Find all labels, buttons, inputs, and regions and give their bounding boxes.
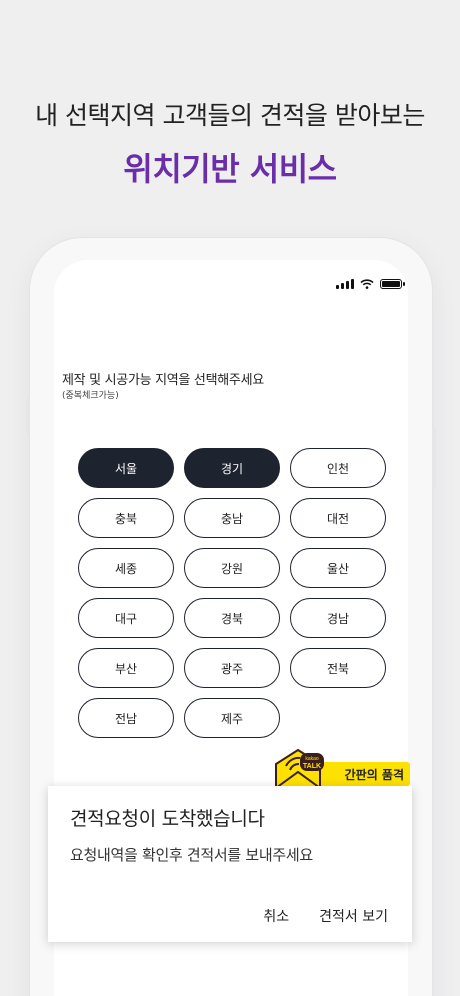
instruction-subtitle: (중복체크가능) [62,391,119,401]
region-chip[interactable]: 충남 [184,498,280,538]
region-chip[interactable]: 부산 [78,648,174,688]
cancel-button[interactable]: 취소 [263,906,289,926]
instruction-title: 제작 및 시공가능 지역을 선택해주세요 [62,373,264,388]
region-chip[interactable]: 충북 [78,498,174,538]
region-chip[interactable]: 세종 [78,548,174,588]
dialog-title: 견적요청이 도착했습니다 [70,808,265,830]
phone-side-button [432,428,436,488]
battery-icon [380,279,405,289]
dialog-actions: 취소 견적서 보기 [263,906,388,926]
signal-icon [336,279,354,289]
phone-side-button [26,398,30,434]
region-chip[interactable]: 인천 [290,448,386,488]
headline: 내 선택지역 고객들의 견적을 받아보는 [35,101,425,130]
region-chip[interactable]: 서울 [78,448,174,488]
dialog-message: 요청내역을 확인후 견적서를 보내주세요 [70,846,313,864]
view-quote-button[interactable]: 견적서 보기 [319,906,388,926]
region-chip[interactable]: 강원 [184,548,280,588]
quote-request-dialog: 견적요청이 도착했습니다 요청내역을 확인후 견적서를 보내주세요 취소 견적서… [48,786,412,942]
subheadline: 위치기반 서비스 [123,150,337,188]
region-chip[interactable]: 제주 [184,698,280,738]
region-chip[interactable]: 대전 [290,498,386,538]
status-bar [336,279,405,289]
region-chip[interactable]: 경북 [184,598,280,638]
region-chip[interactable]: 전북 [290,648,386,688]
wifi-icon [360,279,374,289]
region-chip[interactable]: 경남 [290,598,386,638]
region-chip-grid: 서울 경기 인천충북 충남 대전세종 강원 울산대구 경북 경남부산 광주 전북전남 제주 [78,448,386,738]
kakao-badge-text: kakao [305,756,319,762]
region-chip[interactable]: 광주 [184,648,280,688]
region-chip[interactable]: 대구 [78,598,174,638]
region-chip[interactable]: 울산 [290,548,386,588]
region-chip[interactable]: 전남 [78,698,174,738]
region-chip[interactable]: 경기 [184,448,280,488]
talk-badge-text: TALK [303,763,321,770]
